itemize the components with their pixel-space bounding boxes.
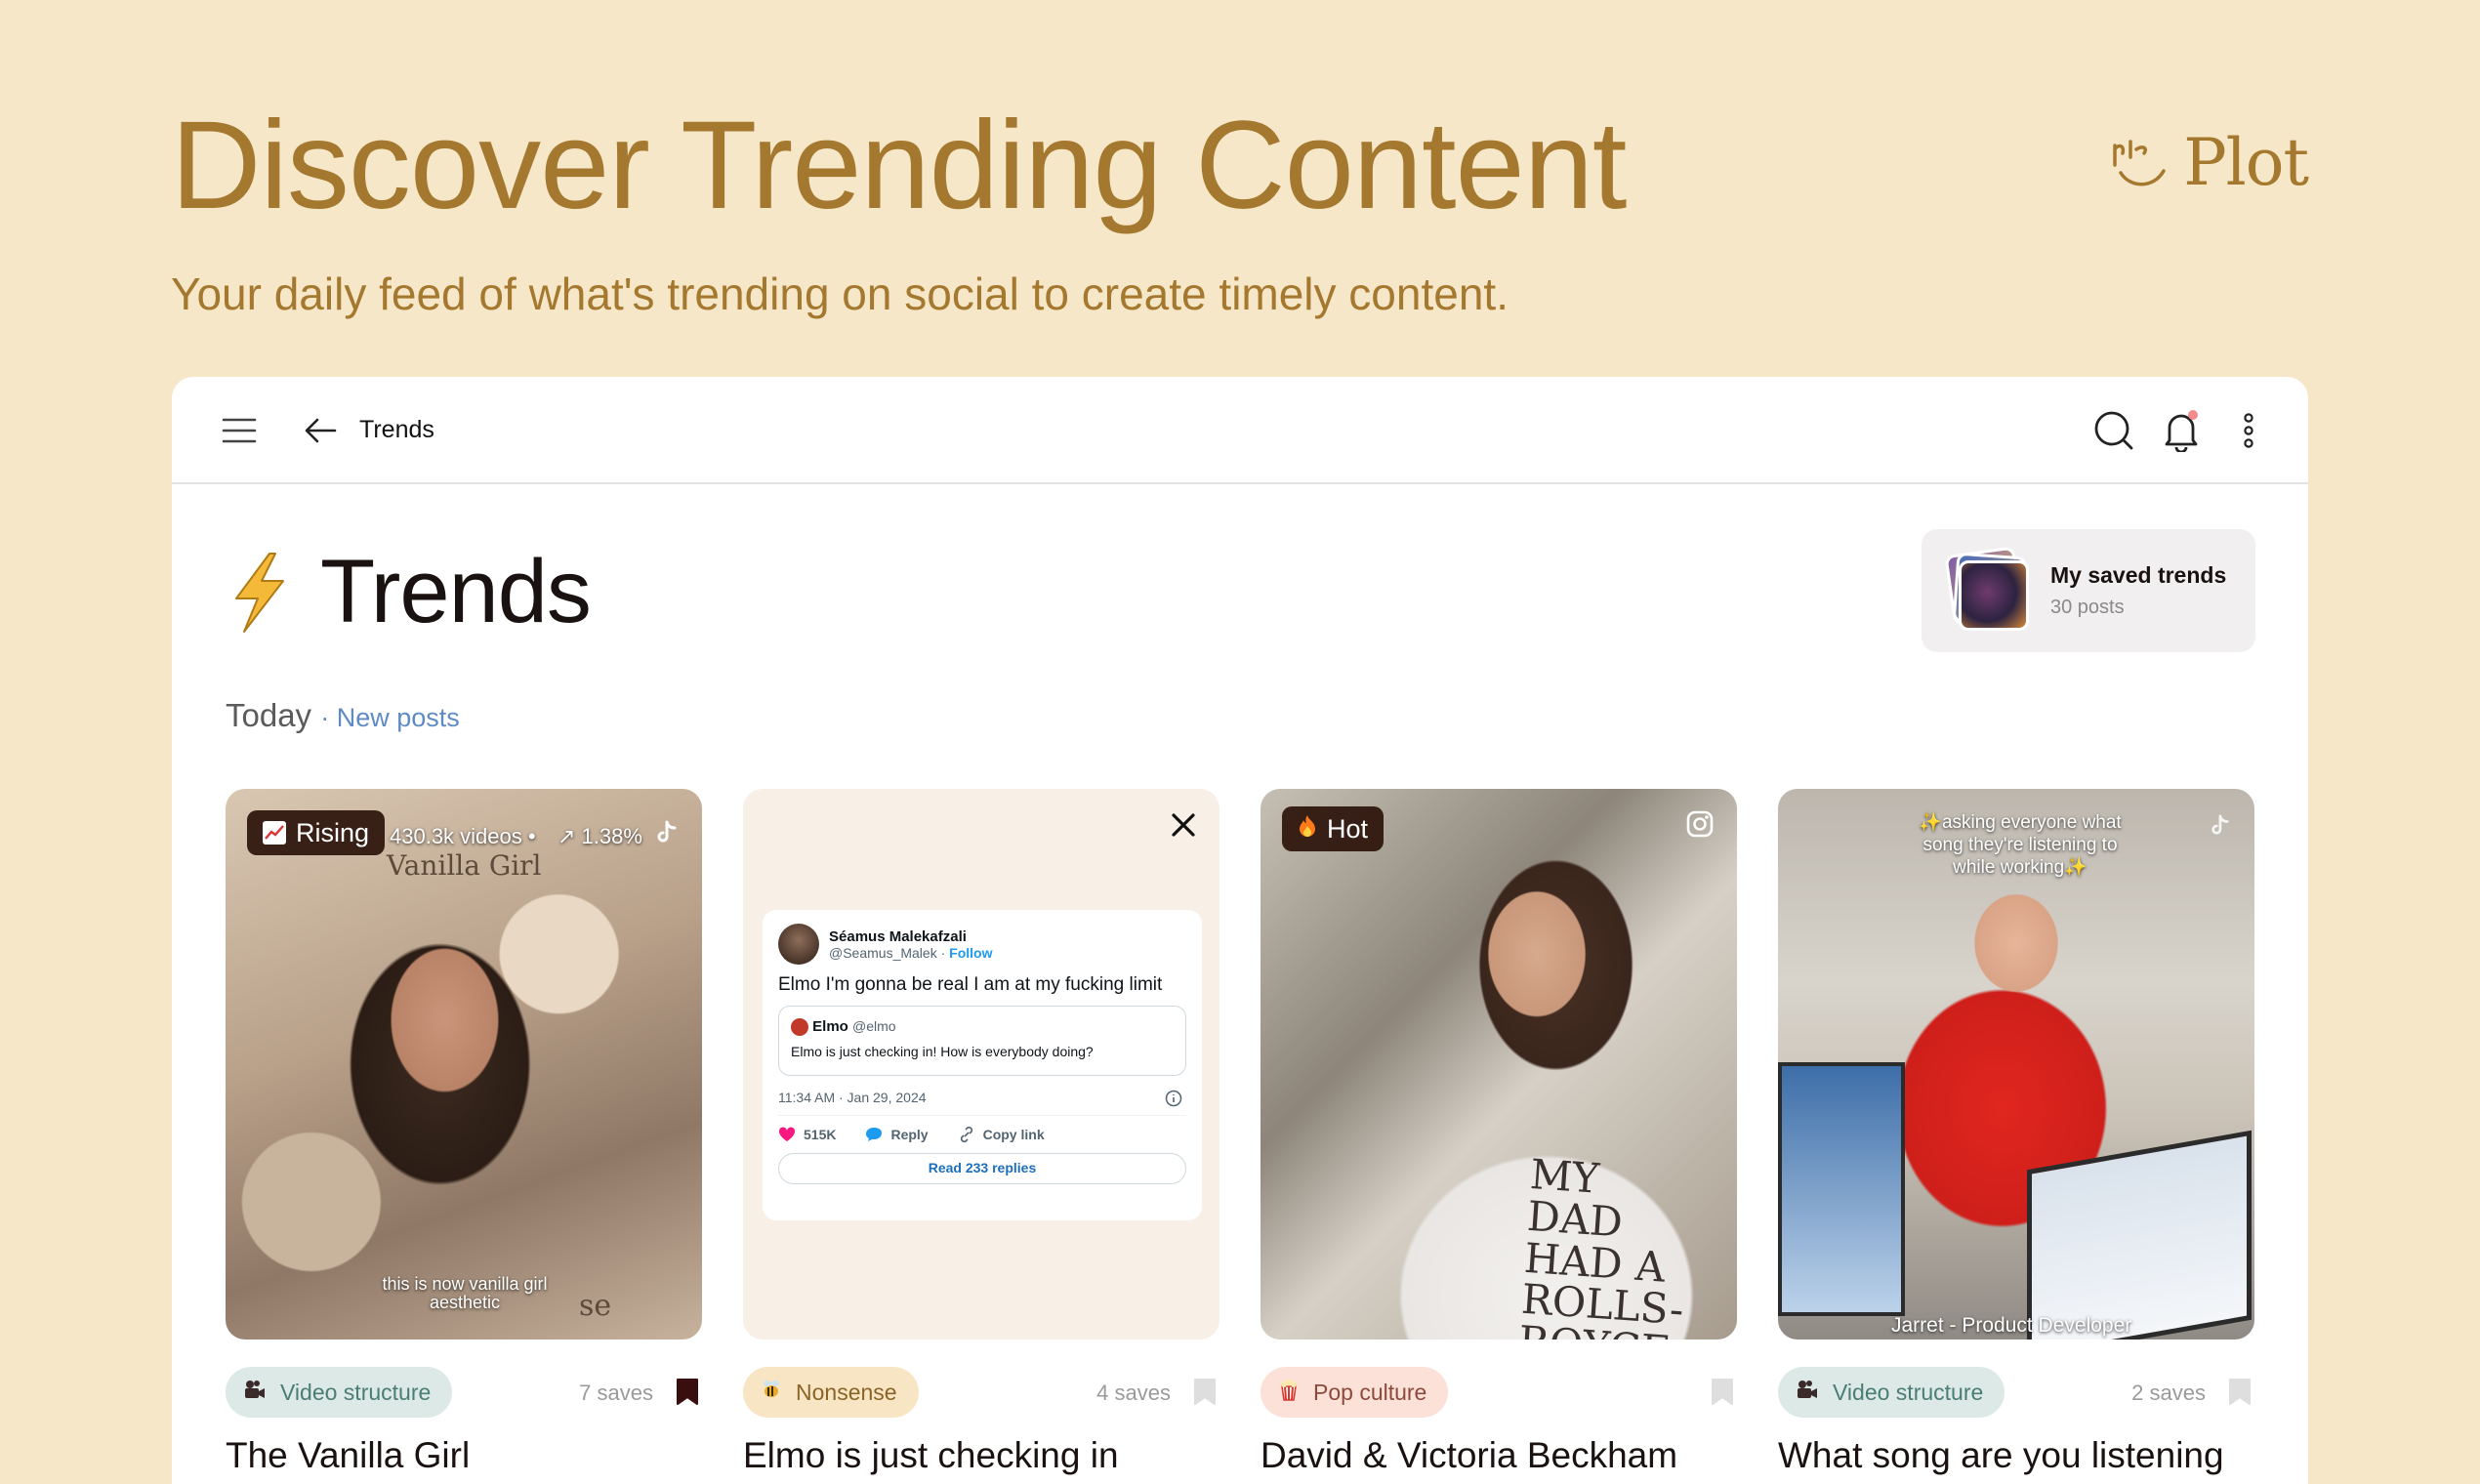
search-icon[interactable] — [2091, 408, 2136, 453]
overlay-caption-bottom: this is now vanilla girl aesthetic — [382, 1274, 548, 1312]
card-title[interactable]: What song are you listening — [1778, 1435, 2254, 1476]
page-title: Trends — [320, 542, 592, 641]
trend-card[interactable]: Séamus Malekafzali @Seamus_Malek · Follo… — [743, 789, 1219, 1476]
hot-badge: Hot — [1282, 806, 1385, 851]
bookmark-icon[interactable] — [2227, 1377, 2253, 1411]
card-thumbnail[interactable]: Rising 430.3k videos • ↗ 1.38% Vanilla G… — [226, 789, 702, 1340]
category-tag[interactable]: Nonsense — [743, 1367, 919, 1418]
tweet-handle: @Seamus_Malek · — [829, 944, 946, 961]
embedded-tweet: Séamus Malekafzali @Seamus_Malek · Follo… — [763, 910, 1202, 1220]
tweet-author: Séamus Malekafzali — [829, 928, 967, 945]
reply-action: Reply — [865, 1127, 929, 1142]
heart-icon — [778, 1127, 796, 1141]
brand-name: Plot — [2183, 125, 2309, 200]
saved-trends-count: 30 posts — [2050, 597, 2125, 618]
hero-title: Discover Trending Content — [171, 96, 1627, 235]
saves-count: 2 saves — [2131, 1381, 2206, 1405]
fire-icon — [1298, 814, 1317, 845]
quoted-tweet: Elmo @elmo Elmo is just checking in! How… — [778, 1006, 1186, 1076]
overlay-caption-top: Vanilla Girl — [387, 849, 542, 882]
popcorn-icon — [1278, 1378, 1300, 1407]
topbar-title: Trends — [359, 416, 434, 443]
category-tag[interactable]: Pop culture — [1261, 1367, 1449, 1418]
bell-icon[interactable] — [2159, 408, 2204, 453]
overlay-caption-top: ✨asking everyone what song they're liste… — [1919, 812, 2122, 878]
card-thumbnail[interactable]: Hot MY DAD HAD A ROLLS- ROYCE — [1261, 789, 1737, 1340]
trend-card[interactable]: Hot MY DAD HAD A ROLLS- ROYCE Pop cultur… — [1261, 789, 1737, 1476]
monitor-left — [1778, 1062, 1905, 1316]
more-vertical-icon[interactable] — [2226, 408, 2271, 453]
top-bar: Trends — [172, 377, 2308, 484]
tiktok-icon — [655, 820, 677, 850]
bookmark-icon[interactable] — [1710, 1377, 1735, 1411]
follow-link[interactable]: Follow — [949, 945, 992, 961]
saves-count: 4 saves — [1096, 1381, 1171, 1405]
card-thumbnail[interactable]: Séamus Malekafzali @Seamus_Malek · Follo… — [743, 789, 1219, 1340]
avatar — [791, 1018, 808, 1037]
hero-subtitle: Your daily feed of what's trending on so… — [171, 268, 1509, 319]
x-logo-icon — [1171, 812, 1196, 843]
app-panel: Trends Trends My saved trends 30 posts T… — [172, 377, 2308, 1484]
chart-up-icon — [263, 821, 286, 845]
tweet-text: Elmo I'm gonna be real I am at my fuckin… — [778, 974, 1163, 995]
saved-thumbnails — [1944, 546, 2029, 631]
brand-logo: Plot — [2109, 125, 2309, 200]
back-arrow-icon[interactable] — [299, 408, 344, 453]
lightning-icon — [235, 552, 284, 633]
hamburger-menu-icon[interactable] — [217, 408, 262, 453]
card-title[interactable]: The Vanilla Girl — [226, 1435, 702, 1476]
link-icon — [960, 1126, 972, 1143]
saves-count: 7 saves — [579, 1381, 653, 1405]
trend-card[interactable]: Rising 430.3k videos • ↗ 1.38% Vanilla G… — [226, 789, 702, 1476]
tiktok-icon — [2210, 814, 2229, 843]
trend-card[interactable]: ✨asking everyone what song they're liste… — [1778, 789, 2254, 1476]
bookmark-icon[interactable] — [1192, 1377, 1218, 1411]
saved-trends-title: My saved trends — [2050, 562, 2227, 588]
page-header: Trends — [227, 541, 592, 643]
plot-logo-icon — [2113, 139, 2166, 186]
overlay-caption-corner: se — [579, 1289, 612, 1323]
shirt-text: MY DAD HAD A ROLLS- ROYCE — [1517, 1149, 1685, 1340]
overlay-caption-bottom: Jarret - Product Developer — [1891, 1314, 2132, 1337]
new-posts-link[interactable]: · New posts — [320, 703, 460, 732]
card-title[interactable]: David & Victoria Beckham — [1261, 1435, 1737, 1476]
section-today: Today · New posts — [226, 697, 460, 734]
saved-trends-button[interactable]: My saved trends 30 posts — [1922, 529, 2255, 652]
video-camera-icon — [243, 1379, 267, 1406]
monitor-right — [2027, 1130, 2252, 1340]
tweet-time: 11:34 AM · Jan 29, 2024 — [778, 1090, 927, 1105]
avatar — [778, 924, 819, 965]
like-action: 515K — [778, 1127, 836, 1142]
bookmark-filled-icon[interactable] — [675, 1377, 700, 1411]
rising-badge: Rising — [247, 810, 386, 855]
category-tag[interactable]: Video structure — [1778, 1367, 2005, 1418]
card-title[interactable]: Elmo is just checking in — [743, 1435, 1219, 1476]
quoted-text: Elmo is just checking in! How is everybo… — [791, 1044, 1094, 1060]
copy-link-action: Copy link — [958, 1126, 1045, 1143]
category-tag[interactable]: Video structure — [226, 1367, 453, 1418]
card-thumbnail[interactable]: ✨asking everyone what song they're liste… — [1778, 789, 2254, 1340]
speech-bubble-icon — [866, 1128, 883, 1141]
video-camera-icon — [1796, 1379, 1819, 1406]
growth-rate: ↗ 1.38% — [558, 824, 642, 848]
info-icon — [1165, 1090, 1182, 1110]
video-count: 430.3k videos • — [390, 824, 536, 848]
bee-icon — [761, 1379, 782, 1406]
instagram-icon — [1686, 810, 1714, 843]
today-label: Today — [226, 697, 312, 733]
read-replies-button: Read 233 replies — [778, 1153, 1186, 1184]
